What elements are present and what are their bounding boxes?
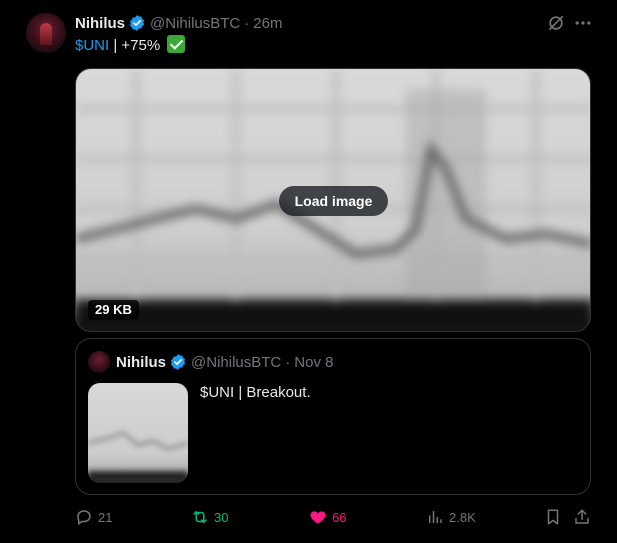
- load-image-button[interactable]: Load image: [279, 186, 388, 216]
- verified-badge-icon: [169, 353, 187, 371]
- reply-count: 21: [98, 509, 113, 525]
- views-count: 2.8K: [449, 509, 476, 525]
- media-image[interactable]: Load image 29 KB: [75, 68, 591, 332]
- avatar[interactable]: [26, 13, 66, 53]
- views-icon: [429, 511, 442, 523]
- bookmark-icon: [547, 509, 559, 525]
- tweet-header: Nihilus @NihilusBTC · 26m: [75, 13, 282, 33]
- quote-text: $UNI | Breakout.: [200, 384, 311, 401]
- repost-button[interactable]: 30: [191, 505, 228, 529]
- action-bar: 21 30 66 2.8K: [75, 505, 595, 529]
- quoted-tweet[interactable]: Nihilus @NihilusBTC · Nov 8 $UNI | Break…: [75, 338, 591, 495]
- reply-icon: [77, 510, 91, 526]
- heart-icon: [310, 511, 326, 524]
- file-size-badge: 29 KB: [88, 300, 139, 320]
- verified-badge-icon: [128, 14, 146, 32]
- share-button[interactable]: [573, 505, 596, 529]
- quote-thumbnail[interactable]: [88, 383, 188, 483]
- check-mark-icon: [167, 35, 186, 53]
- views-button[interactable]: 2.8K: [426, 505, 476, 529]
- author-name[interactable]: Nihilus: [75, 15, 125, 32]
- tweet-text-rest: | +75%: [109, 37, 161, 54]
- separator-dot: ·: [244, 14, 250, 32]
- author-handle[interactable]: @NihilusBTC: [150, 15, 240, 32]
- cashtag-link[interactable]: $UNI: [75, 37, 109, 54]
- quote-author-name[interactable]: Nihilus: [116, 354, 166, 371]
- tweet-time[interactable]: 26m: [253, 15, 282, 32]
- quote-header: Nihilus @NihilusBTC · Nov 8: [116, 352, 333, 372]
- quote-avatar[interactable]: [88, 351, 110, 373]
- share-icon: [575, 509, 589, 524]
- more-icon[interactable]: [573, 13, 593, 33]
- quote-date[interactable]: Nov 8: [294, 354, 333, 371]
- bookmark-button[interactable]: [544, 505, 567, 529]
- separator-dot: ·: [285, 353, 291, 371]
- grok-icon[interactable]: [546, 13, 566, 33]
- repost-icon: [193, 511, 207, 523]
- like-count: 66: [332, 509, 347, 525]
- like-button[interactable]: 66: [309, 505, 346, 529]
- reply-button[interactable]: 21: [75, 505, 112, 529]
- quote-author-handle[interactable]: @NihilusBTC: [191, 354, 281, 371]
- tweet-text: $UNI | +75%: [75, 35, 186, 56]
- tweet[interactable]: Nihilus @NihilusBTC · 26m $UNI | +75% Lo…: [0, 0, 617, 543]
- repost-count: 30: [214, 509, 229, 525]
